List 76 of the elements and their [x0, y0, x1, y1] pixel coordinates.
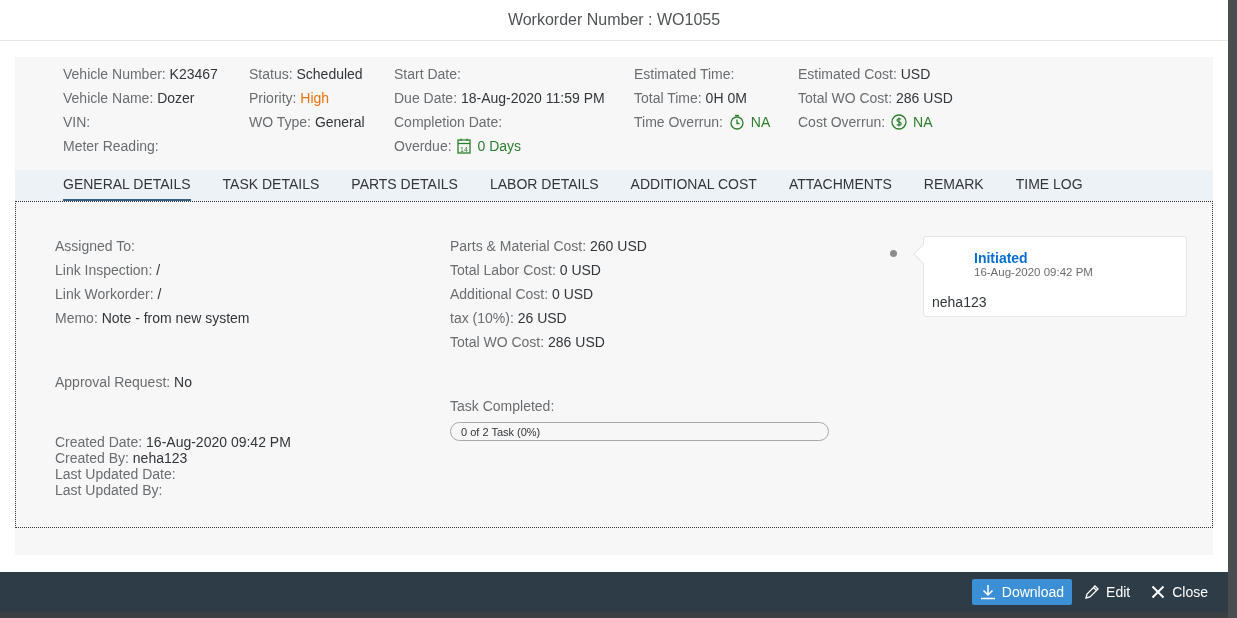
field-label: Estimated Cost: — [798, 66, 897, 82]
field-value: Scheduled — [296, 66, 363, 82]
field-label: Overdue: — [394, 138, 452, 154]
field-value: No — [174, 374, 192, 390]
tab[interactable]: GENERAL DETAILS — [63, 170, 191, 201]
field-label: Parts & Material Cost: — [450, 238, 587, 254]
stopwatch-icon — [728, 114, 745, 130]
field-label: Last Updated Date: — [55, 466, 176, 482]
field-label: Time Overrun: — [634, 114, 723, 130]
field-label: Cost Overrun: — [798, 114, 886, 130]
close-icon — [1150, 584, 1167, 600]
field-label: Vehicle Name: — [63, 90, 154, 106]
field-label: Priority: — [249, 90, 297, 106]
field-value: NA — [750, 114, 771, 130]
field-label: Total Time: — [634, 90, 702, 106]
field-value: 18-Aug-2020 11:59 PM — [460, 90, 605, 106]
field-label: Vehicle Number: — [63, 66, 166, 82]
field-label: Memo: — [55, 310, 98, 326]
field-label: Start Date: — [394, 66, 461, 82]
tab[interactable]: TIME LOG — [1015, 170, 1083, 201]
field-value: High — [300, 90, 330, 106]
tab[interactable]: TASK DETAILS — [222, 170, 320, 201]
field-label: Completion Date: — [394, 114, 503, 130]
field-value: 0H 0M — [705, 90, 747, 106]
field-value: 0 USD — [559, 262, 601, 278]
field-value: NA — [913, 114, 933, 130]
field-label: Total Labor Cost: — [450, 262, 556, 278]
field-label: Status: — [249, 66, 293, 82]
field-value: 260 USD — [590, 238, 647, 254]
tab[interactable]: ADDITIONAL COST — [630, 170, 757, 201]
field-value: Dozer — [157, 90, 195, 106]
field-label: Additional Cost: — [450, 286, 549, 302]
tab[interactable]: ATTACHMENTS — [788, 170, 892, 201]
timeline-status: Initiated — [974, 250, 1029, 266]
field-value: USD — [900, 66, 931, 82]
dollar-icon — [891, 114, 908, 130]
field-value: 286 USD — [548, 334, 605, 350]
field-label: Total WO Cost: — [450, 334, 545, 350]
field-value: General — [314, 114, 365, 130]
field-label: Meter Reading: — [63, 138, 159, 154]
field-label: tax (10%): — [450, 310, 514, 326]
tab[interactable]: PARTS DETAILS — [351, 170, 458, 201]
field-value: / — [156, 262, 161, 278]
pencil-icon — [1084, 584, 1101, 600]
progress-text: 0 of 2 Task (0%) — [461, 425, 541, 440]
tab[interactable]: REMARK — [923, 170, 984, 201]
download-icon — [979, 584, 996, 600]
field-label: Total WO Cost: — [798, 90, 893, 106]
edit-button[interactable]: Edit — [1076, 579, 1139, 605]
field-value: 0 Days — [477, 138, 522, 154]
field-value: 26 USD — [517, 310, 567, 326]
field-label: Link Inspection: — [55, 262, 153, 278]
field-label: Last Updated By: — [55, 482, 163, 498]
field-value: Note - from new system — [101, 310, 250, 326]
timeline-time: 16-Aug-2020 09:42 PM — [974, 266, 1094, 279]
field-label: Task Completed: — [450, 398, 555, 414]
field-value: 286 USD — [896, 90, 953, 106]
field-label: Assigned To: — [55, 238, 135, 254]
field-value: 0 USD — [551, 286, 594, 302]
field-label: WO Type: — [249, 114, 311, 130]
field-label: Due Date: — [394, 90, 458, 106]
field-label: Created Date: — [55, 434, 143, 450]
tab[interactable]: LABOR DETAILS — [489, 170, 599, 201]
field-label: Link Workorder: — [55, 286, 154, 302]
field-label: Created By: — [55, 450, 129, 466]
field-value: / — [157, 286, 162, 302]
field-label: Approval Request: — [55, 374, 171, 390]
dialog-title: Workorder Number : WO1055 — [507, 10, 721, 30]
field-label: VIN: — [63, 114, 91, 130]
field-value: 16-Aug-2020 09:42 PM — [146, 434, 291, 450]
timeline-user: neha123 — [932, 293, 988, 312]
field-label: Estimated Time: — [634, 66, 735, 82]
field-value: K23467 — [169, 66, 218, 82]
field-value: neha123 — [132, 450, 188, 466]
close-button[interactable]: Close — [1142, 579, 1216, 605]
timeline-dot — [890, 250, 897, 257]
